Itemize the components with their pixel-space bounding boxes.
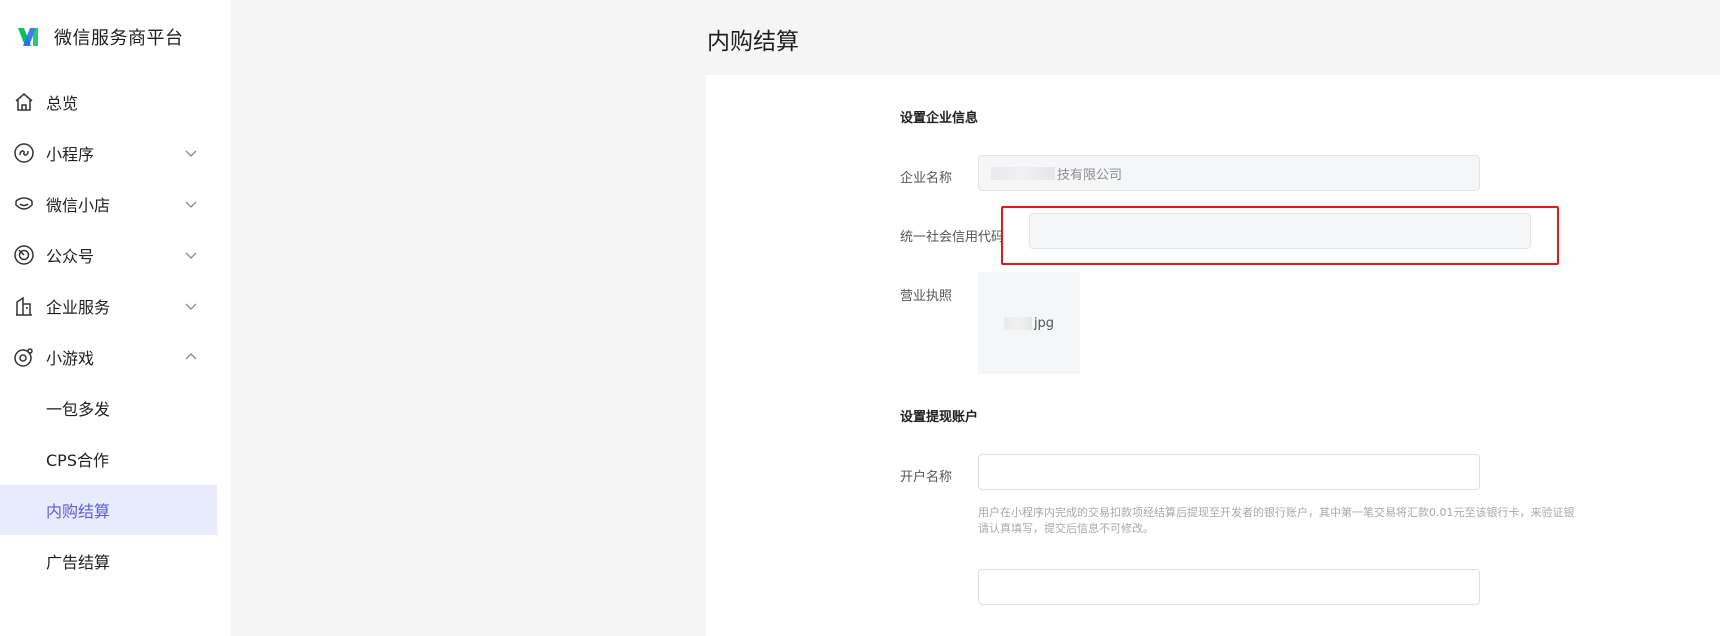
company-name-label: 企业名称 (900, 171, 953, 186)
sidebar-subitem-label: CPS合作 (46, 451, 109, 470)
withdraw-section-title: 设置提现账户 (900, 410, 979, 425)
sidebar-item-official-account[interactable]: 公众号 (0, 230, 217, 280)
brand[interactable]: 微信服务商平台 (16, 24, 184, 50)
sidebar-item-label: 公众号 (46, 247, 95, 266)
mini-program-icon (14, 143, 34, 163)
company-name-input: 技有限公司 (978, 155, 1480, 191)
highlight-annotation-box (1001, 206, 1559, 265)
sidebar-item-label: 微信小店 (46, 196, 111, 215)
page-title: 内购结算 (707, 29, 799, 55)
sidebar: 微信服务商平台 总览 小程序 微信小店 公众号 企业服务 小游戏 一包多发 CP… (0, 0, 231, 636)
chevron-down-icon (185, 201, 197, 208)
sidebar-subitem-iap-settlement[interactable]: 内购结算 (0, 485, 217, 535)
sidebar-item-label: 企业服务 (46, 298, 111, 317)
account-hint-line2: 请认真填写，提交后信息不可修改。 (978, 522, 1154, 535)
sidebar-item-label: 小游戏 (46, 349, 95, 368)
sidebar-subitem-label: 一包多发 (46, 400, 111, 419)
account-name-label: 开户名称 (900, 470, 953, 485)
redacted-text (1003, 316, 1032, 330)
sidebar-item-overview[interactable]: 总览 (0, 77, 217, 127)
sidebar-item-wechat-shop[interactable]: 微信小店 (0, 179, 217, 229)
sidebar-item-label: 小程序 (46, 145, 95, 164)
sidebar-subitem-ad-settlement[interactable]: 广告结算 (0, 536, 217, 586)
shop-icon (15, 197, 33, 210)
license-label: 营业执照 (900, 289, 953, 304)
wechat-service-logo-icon (18, 28, 38, 46)
chevron-up-icon (185, 353, 197, 360)
credit-code-label: 统一社会信用代码 (900, 230, 1005, 245)
enterprise-icon (16, 296, 32, 316)
company-name-value: 技有限公司 (1057, 167, 1123, 183)
chevron-down-icon (185, 303, 197, 310)
redacted-text (991, 166, 1055, 180)
home-icon (15, 93, 33, 111)
sidebar-item-label: 总览 (46, 94, 79, 113)
sidebar-subitem-label: 内购结算 (46, 502, 111, 521)
account-hint-line1: 用户在小程序内完成的交易扣款项经结算后提现至开发者的银行账户，其中第一笔交易将汇… (978, 506, 1575, 519)
mini-game-icon (14, 348, 33, 367)
sidebar-item-mini-program[interactable]: 小程序 (0, 128, 217, 178)
app-root: 微信服务商平台 总览 小程序 微信小店 公众号 企业服务 小游戏 一包多发 CP… (0, 0, 1720, 636)
account-name-input[interactable] (978, 454, 1480, 490)
license-thumbnail[interactable]: jpg (978, 272, 1080, 374)
sidebar-item-enterprise-service[interactable]: 企业服务 (0, 281, 217, 331)
chevron-down-icon (185, 252, 197, 259)
sidebar-subitem-multi-publish[interactable]: 一包多发 (0, 383, 217, 433)
brand-name: 微信服务商平台 (54, 28, 184, 49)
sidebar-subitem-cps[interactable]: CPS合作 (0, 434, 217, 484)
next-field-input[interactable] (978, 569, 1480, 605)
company-section-title: 设置企业信息 (900, 111, 979, 126)
license-file-name: jpg (1033, 315, 1055, 331)
chevron-down-icon (185, 150, 197, 157)
sidebar-item-mini-game[interactable]: 小游戏 (0, 332, 217, 382)
sidebar-subitem-label: 广告结算 (46, 553, 111, 572)
official-account-icon (14, 245, 34, 265)
